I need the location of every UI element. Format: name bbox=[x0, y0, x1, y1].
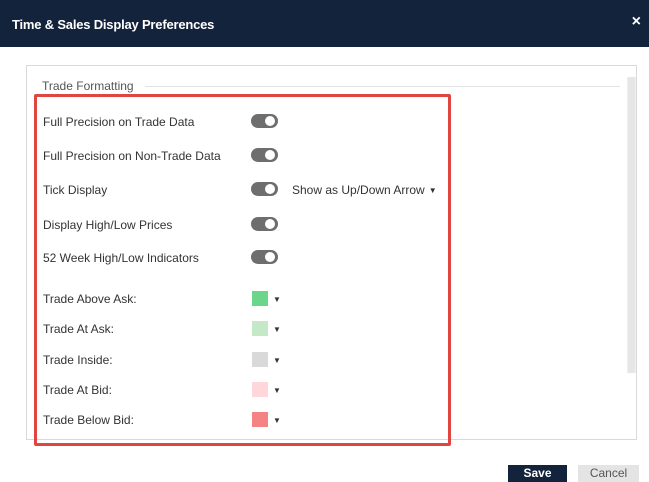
highlight-box bbox=[34, 94, 451, 446]
scrollbar-thumb[interactable] bbox=[628, 77, 635, 373]
cancel-button[interactable]: Cancel bbox=[578, 465, 639, 482]
save-button[interactable]: Save bbox=[508, 465, 567, 482]
dialog-titlebar: Time & Sales Display Preferences × bbox=[0, 0, 649, 47]
dialog-title: Time & Sales Display Preferences bbox=[12, 17, 215, 32]
legend-divider bbox=[145, 86, 620, 87]
section-legend: Trade Formatting bbox=[42, 79, 140, 93]
close-icon[interactable]: × bbox=[632, 14, 641, 30]
